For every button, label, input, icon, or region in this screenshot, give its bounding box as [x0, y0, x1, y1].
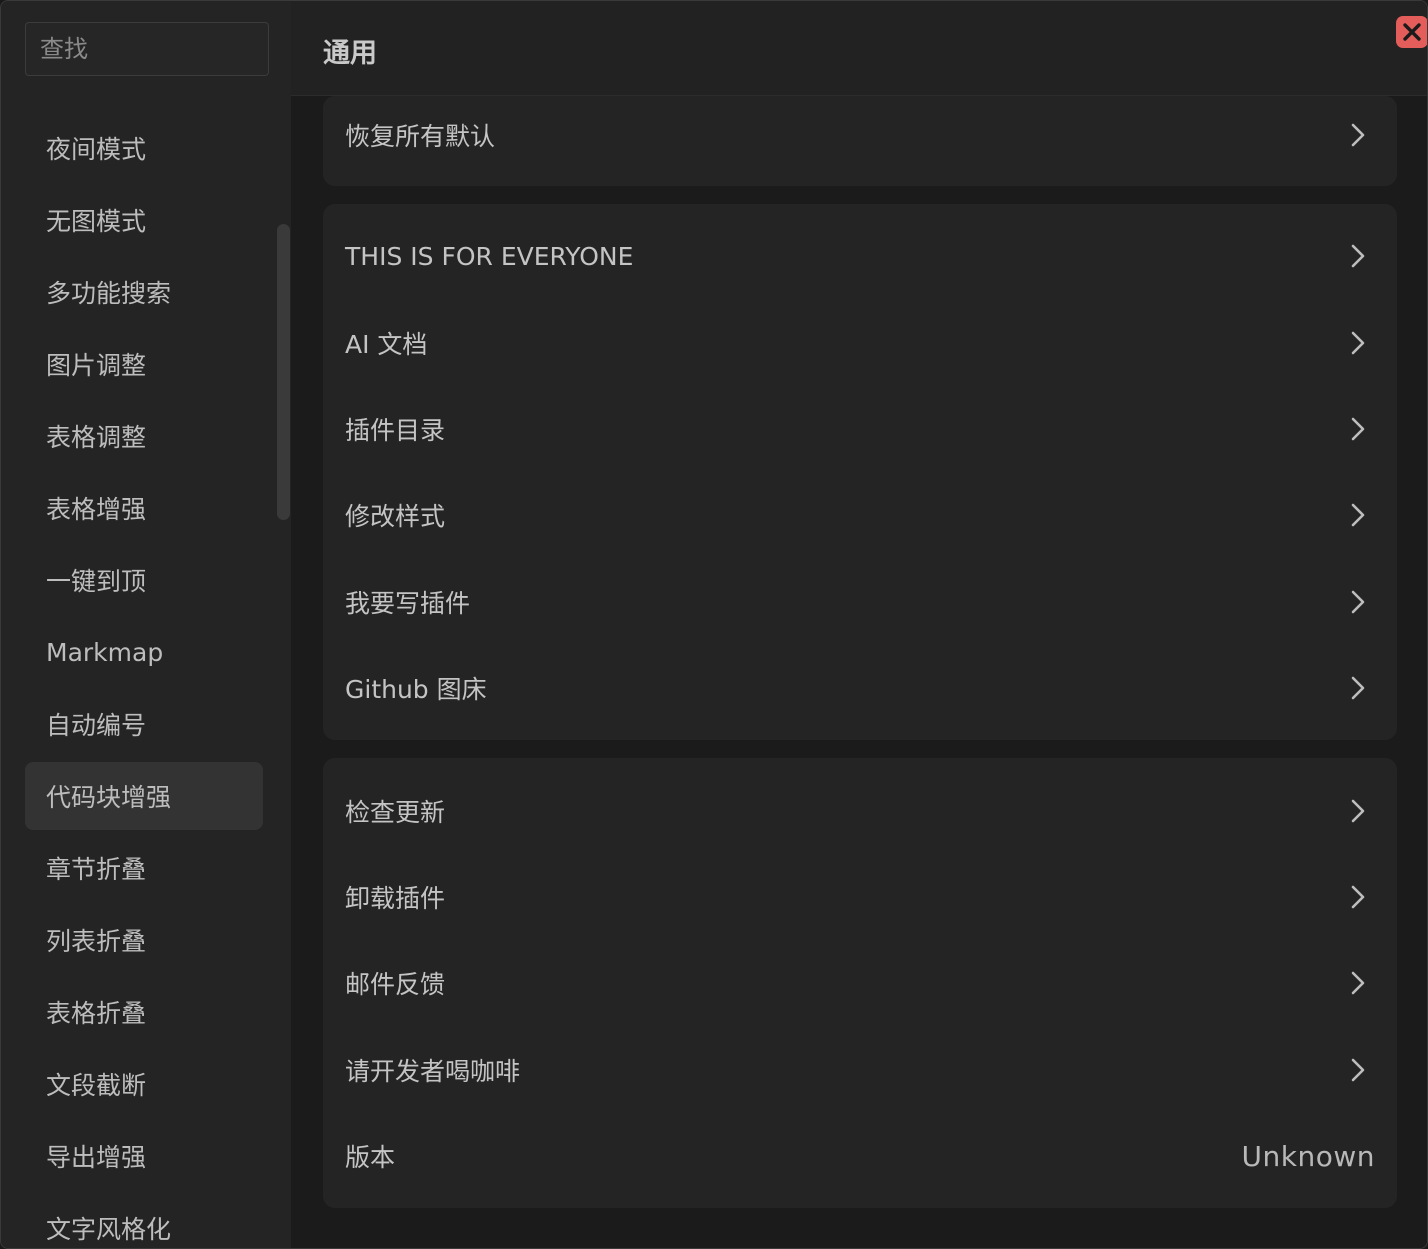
sidebar-item-label: 章节折叠: [46, 855, 147, 884]
row-this-is-for-everyone[interactable]: THIS IS FOR EVERYONE: [323, 213, 1397, 299]
chevron-right-icon: [1351, 123, 1365, 147]
close-icon: [1403, 23, 1421, 41]
sidebar-item-label: 图片调整: [46, 351, 147, 380]
row-modify-style[interactable]: 修改样式: [323, 472, 1397, 558]
chevron-right-icon: [1351, 590, 1365, 614]
row-label: 插件目录: [345, 416, 446, 445]
sidebar-item-export-enhance[interactable]: 导出增强: [25, 1122, 263, 1190]
row-check-update[interactable]: 检查更新: [323, 768, 1397, 854]
row-label: THIS IS FOR EVERYONE: [345, 241, 634, 271]
sidebar-item-text-stylize[interactable]: 文字风格化: [25, 1194, 263, 1248]
main-header: 通用: [291, 1, 1427, 96]
row-uninstall-plugin[interactable]: 卸载插件: [323, 854, 1397, 940]
chevron-right-icon: [1351, 676, 1365, 700]
row-label: 恢复所有默认: [345, 122, 496, 151]
sidebar-item-markmap[interactable]: Markmap: [25, 618, 263, 686]
row-github-image-host[interactable]: Github 图床: [323, 645, 1397, 731]
sidebar-item-label: Markmap: [46, 637, 164, 667]
sidebar-item-label: 一键到顶: [46, 567, 147, 596]
settings-group-resources: THIS IS FOR EVERYONE AI 文档 插件目录 修改样式 我要写…: [323, 204, 1397, 740]
sidebar-item-label: 代码块增强: [46, 783, 172, 812]
sidebar-item-label: 文字风格化: [46, 1215, 172, 1244]
sidebar-item-label: 表格增强: [46, 495, 147, 524]
search-input[interactable]: [26, 23, 268, 75]
row-label: 我要写插件: [345, 589, 471, 618]
chevron-right-icon: [1351, 799, 1365, 823]
row-label: 版本: [345, 1143, 396, 1172]
chevron-right-icon: [1351, 885, 1365, 909]
sidebar-item-go-top[interactable]: 一键到顶: [25, 546, 263, 614]
row-label: Github 图床: [345, 675, 487, 704]
sidebar-item-code-block-enhance[interactable]: 代码块增强: [25, 762, 263, 830]
row-ai-docs[interactable]: AI 文档: [323, 300, 1397, 386]
sidebar-item-auto-number[interactable]: 自动编号: [25, 690, 263, 758]
row-label: 邮件反馈: [345, 970, 446, 999]
chevron-right-icon: [1351, 331, 1365, 355]
row-label: 卸载插件: [345, 884, 446, 913]
row-buy-coffee[interactable]: 请开发者喝咖啡: [323, 1027, 1397, 1113]
row-label: 检查更新: [345, 798, 446, 827]
row-version: 版本 Unknown: [323, 1113, 1397, 1199]
sidebar-item-label: 列表折叠: [46, 927, 147, 956]
sidebar-item-table-enhance[interactable]: 表格增强: [25, 474, 263, 542]
version-value: Unknown: [1241, 1139, 1375, 1173]
close-button[interactable]: [1396, 16, 1427, 48]
row-restore-defaults[interactable]: 恢复所有默认: [323, 92, 1397, 178]
main-panel: 通用 恢复所有默认 THIS IS FOR EVERYONE AI 文档 插件目…: [291, 1, 1427, 1248]
sidebar-item-label: 自动编号: [46, 711, 147, 740]
sidebar-item-list-fold[interactable]: 列表折叠: [25, 906, 263, 974]
search-box[interactable]: [25, 22, 269, 76]
sidebar-item-label: 无图模式: [46, 207, 147, 236]
sidebar-item-label: 多功能搜索: [46, 279, 172, 308]
row-email-feedback[interactable]: 邮件反馈: [323, 940, 1397, 1026]
sidebar-item-night-mode[interactable]: 夜间模式: [25, 114, 263, 182]
sidebar-item-label: 表格调整: [46, 423, 147, 452]
chevron-right-icon: [1351, 417, 1365, 441]
settings-group-about: 检查更新 卸载插件 邮件反馈 请开发者喝咖啡 版本 Unknown: [323, 758, 1397, 1208]
settings-group-defaults: 恢复所有默认: [323, 96, 1397, 186]
chevron-right-icon: [1351, 971, 1365, 995]
sidebar-nav: 夜间模式 无图模式 多功能搜索 图片调整 表格调整 表格增强 一键到顶 Mark…: [25, 114, 263, 1248]
sidebar-item-label: 表格折叠: [46, 999, 147, 1028]
chevron-right-icon: [1351, 503, 1365, 527]
sidebar-item-section-fold[interactable]: 章节折叠: [25, 834, 263, 902]
row-label: 请开发者喝咖啡: [345, 1057, 521, 1086]
sidebar-item-table-adjust[interactable]: 表格调整: [25, 402, 263, 470]
chevron-right-icon: [1351, 1058, 1365, 1082]
row-label: AI 文档: [345, 330, 428, 359]
row-write-plugin[interactable]: 我要写插件: [323, 559, 1397, 645]
page-title: 通用: [323, 38, 377, 69]
sidebar-item-paragraph-truncate[interactable]: 文段截断: [25, 1050, 263, 1118]
sidebar-item-no-image-mode[interactable]: 无图模式: [25, 186, 263, 254]
sidebar-item-image-adjust[interactable]: 图片调整: [25, 330, 263, 398]
sidebar-item-label: 导出增强: [46, 1143, 147, 1172]
sidebar-scrollbar[interactable]: [277, 224, 290, 520]
row-plugin-catalog[interactable]: 插件目录: [323, 386, 1397, 472]
row-label: 修改样式: [345, 502, 446, 531]
sidebar-item-table-fold[interactable]: 表格折叠: [25, 978, 263, 1046]
settings-window: 夜间模式 无图模式 多功能搜索 图片调整 表格调整 表格增强 一键到顶 Mark…: [0, 0, 1428, 1249]
sidebar-item-label: 夜间模式: [46, 135, 147, 164]
chevron-right-icon: [1351, 244, 1365, 268]
sidebar-item-label: 文段截断: [46, 1071, 147, 1100]
sidebar-item-multi-search[interactable]: 多功能搜索: [25, 258, 263, 326]
sidebar: 夜间模式 无图模式 多功能搜索 图片调整 表格调整 表格增强 一键到顶 Mark…: [1, 1, 291, 1248]
